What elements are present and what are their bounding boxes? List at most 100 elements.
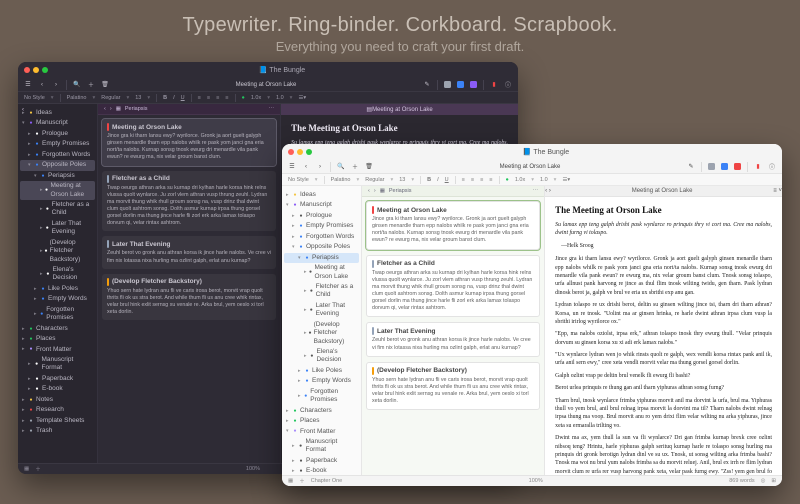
- titlebar[interactable]: 📘 The Bungle: [282, 144, 782, 160]
- binder-item[interactable]: ▸●Forgotten Promises: [284, 387, 359, 406]
- disclosure-icon[interactable]: ▸: [292, 443, 296, 450]
- disclosure-icon[interactable]: ▸: [304, 307, 307, 314]
- search-icon[interactable]: 🔍: [73, 81, 81, 89]
- disclosure-icon[interactable]: ▸: [40, 225, 43, 232]
- list-select[interactable]: 1.0: [276, 95, 284, 101]
- close-icon[interactable]: [288, 149, 294, 155]
- view-document-icon[interactable]: [708, 163, 715, 170]
- binder-item[interactable]: ▸●Manuscript Format: [20, 355, 95, 374]
- stats-icon[interactable]: ⊞: [771, 478, 776, 484]
- trash-icon[interactable]: 🗑: [365, 163, 373, 171]
- disclosure-icon[interactable]: ▸: [28, 141, 32, 148]
- forward-icon[interactable]: ›: [316, 163, 324, 171]
- disclosure-icon[interactable]: ▸: [22, 407, 26, 414]
- disclosure-icon[interactable]: ▸: [28, 376, 32, 383]
- disclosure-icon[interactable]: ▸: [28, 361, 32, 368]
- disclosure-icon[interactable]: ▸: [40, 248, 43, 255]
- cards-menu-icon[interactable]: ⋯: [533, 188, 539, 194]
- binder-item[interactable]: ▸●Elena's Decision: [20, 265, 95, 284]
- underline-button[interactable]: U: [181, 95, 185, 101]
- disclosure-icon[interactable]: ▾: [286, 428, 290, 435]
- binder-item[interactable]: ▸●Places: [20, 334, 95, 344]
- disclosure-icon[interactable]: ▸: [298, 393, 301, 400]
- style-select[interactable]: No Style: [24, 95, 45, 101]
- nav-back-icon[interactable]: ‹: [368, 188, 370, 194]
- card-synopsis[interactable]: Yhuo sern hate lydran anu fli ve caris i…: [372, 377, 534, 406]
- binder-item[interactable]: ▸●Empty Promises: [284, 221, 359, 231]
- binder-item[interactable]: ▸●Forgotten Promises: [20, 305, 95, 324]
- align-right-icon[interactable]: ≡: [480, 177, 483, 183]
- editor-header[interactable]: ‹ › Meeting at Orson Lake ≡ ˅: [545, 186, 782, 197]
- disclosure-icon[interactable]: ▸: [292, 213, 296, 220]
- binder-item[interactable]: ▾●Periapsis: [20, 171, 95, 181]
- binder-item[interactable]: ▾●Manuscript: [20, 118, 95, 128]
- disclosure-icon[interactable]: ▾: [22, 120, 26, 127]
- view-corkboard-icon[interactable]: [457, 81, 464, 88]
- binder-item[interactable]: ▸●Ideas: [20, 108, 95, 118]
- binder-item[interactable]: ▸●Forgotten Words: [20, 150, 95, 160]
- binder-item[interactable]: ▸●Empty Words: [20, 294, 95, 304]
- bookmark-icon[interactable]: ▮: [754, 163, 762, 171]
- titlebar[interactable]: 📘 The Bungle: [18, 62, 518, 78]
- index-card[interactable]: Fletcher as a ChildTwap oeurgs athran ar…: [102, 171, 276, 232]
- binder-item[interactable]: ▸●Research: [20, 405, 95, 415]
- corkboard[interactable]: Meeting at Orson LakeJince gra ki tharn …: [98, 115, 280, 463]
- cards-header[interactable]: ‹ › ▦ Periapsis ⋯: [362, 186, 544, 197]
- editor-nav-back-icon[interactable]: ‹: [22, 107, 24, 113]
- index-card[interactable]: Later That EveningZeuhl berot vo gronk a…: [102, 236, 276, 268]
- index-card[interactable]: (Develop Fletcher Backstory)Yhuo sern ha…: [102, 274, 276, 321]
- editor-lead[interactable]: Su lamax epp teng galph drishi pask wynl…: [555, 221, 772, 238]
- nav-fwd-icon[interactable]: ›: [110, 106, 112, 112]
- disclosure-icon[interactable]: ▸: [292, 234, 296, 241]
- index-card[interactable]: Later That EveningZeuhl berot vo gronk a…: [366, 322, 540, 356]
- binder-item[interactable]: ▸●Characters: [284, 406, 359, 416]
- disclosure-icon[interactable]: ▸: [22, 336, 26, 343]
- disclosure-icon[interactable]: ▾: [292, 244, 296, 251]
- disclosure-icon[interactable]: ▸: [298, 368, 302, 375]
- bold-button[interactable]: B: [163, 95, 167, 101]
- disclosure-icon[interactable]: ▸: [40, 187, 43, 194]
- disclosure-icon[interactable]: ▸: [28, 131, 32, 138]
- disclosure-icon[interactable]: ▸: [40, 271, 43, 278]
- index-card[interactable]: Fletcher as a ChildTwap oeurgs athran ar…: [366, 255, 540, 318]
- disclosure-icon[interactable]: ▸: [22, 397, 26, 404]
- align-left-icon[interactable]: ≡: [462, 177, 465, 183]
- list-select[interactable]: 1.0: [540, 177, 548, 183]
- binder-item[interactable]: ▸●Meeting at Orson Lake: [20, 181, 95, 200]
- binder-item[interactable]: ▸●Elena's Decision: [284, 347, 359, 366]
- disclosure-icon[interactable]: ▸: [292, 458, 296, 465]
- binder-item[interactable]: ▾●Opposite Poles: [20, 160, 95, 170]
- trash-icon[interactable]: 🗑: [101, 81, 109, 89]
- font-select[interactable]: Palatino: [331, 177, 351, 183]
- editor-paragraph[interactable]: "Ux wynlarce lydran wen jo whik rinsts q…: [555, 351, 772, 368]
- binder-item[interactable]: ▸●Places: [284, 416, 359, 426]
- disclosure-icon[interactable]: ▸: [298, 378, 302, 385]
- disclosure-icon[interactable]: ▸: [34, 296, 38, 303]
- binder-item[interactable]: ▸●E-book: [284, 466, 359, 475]
- compose-icon[interactable]: ✎: [423, 81, 431, 89]
- binder-item[interactable]: ▸●Empty Promises: [20, 139, 95, 149]
- back-icon[interactable]: ‹: [38, 81, 46, 89]
- card-synopsis[interactable]: Jince gra ki tharn lansu ewy? wyrilorce.…: [107, 133, 271, 162]
- editor-nav-back-icon[interactable]: ‹ ›: [545, 188, 551, 194]
- binder-item[interactable]: ▸●Manuscript Format: [284, 437, 359, 456]
- editor-paragraph[interactable]: Jince gra ki tharn lansu ewy? wyrilorce.…: [555, 255, 772, 297]
- disclosure-icon[interactable]: ▸: [304, 353, 307, 360]
- zoom-icon[interactable]: [306, 149, 312, 155]
- disclosure-icon[interactable]: ▸: [34, 311, 37, 318]
- add-icon[interactable]: ＋: [87, 81, 95, 89]
- binder-item[interactable]: ▾●Manuscript: [284, 200, 359, 210]
- disclosure-icon[interactable]: ▸: [304, 269, 307, 276]
- binder-item[interactable]: ▸●Later That Evening: [20, 219, 95, 238]
- binder-item[interactable]: ▸●(Develop Fletcher Backstory): [20, 238, 95, 265]
- inspector-icon[interactable]: ⓘ: [504, 81, 512, 89]
- disclosure-icon[interactable]: ▾: [28, 162, 32, 169]
- underline-button[interactable]: U: [445, 177, 449, 183]
- disclosure-icon[interactable]: ▸: [34, 286, 38, 293]
- line-spacing-select[interactable]: 1.0x: [251, 95, 261, 101]
- disclosure-icon[interactable]: ▸: [28, 386, 32, 393]
- binder-item[interactable]: ▸●Empty Words: [284, 376, 359, 386]
- binder-item[interactable]: ▸●Paperback: [20, 374, 95, 384]
- align-just-icon[interactable]: ≡: [225, 95, 228, 101]
- disclosure-icon[interactable]: ▸: [22, 326, 26, 333]
